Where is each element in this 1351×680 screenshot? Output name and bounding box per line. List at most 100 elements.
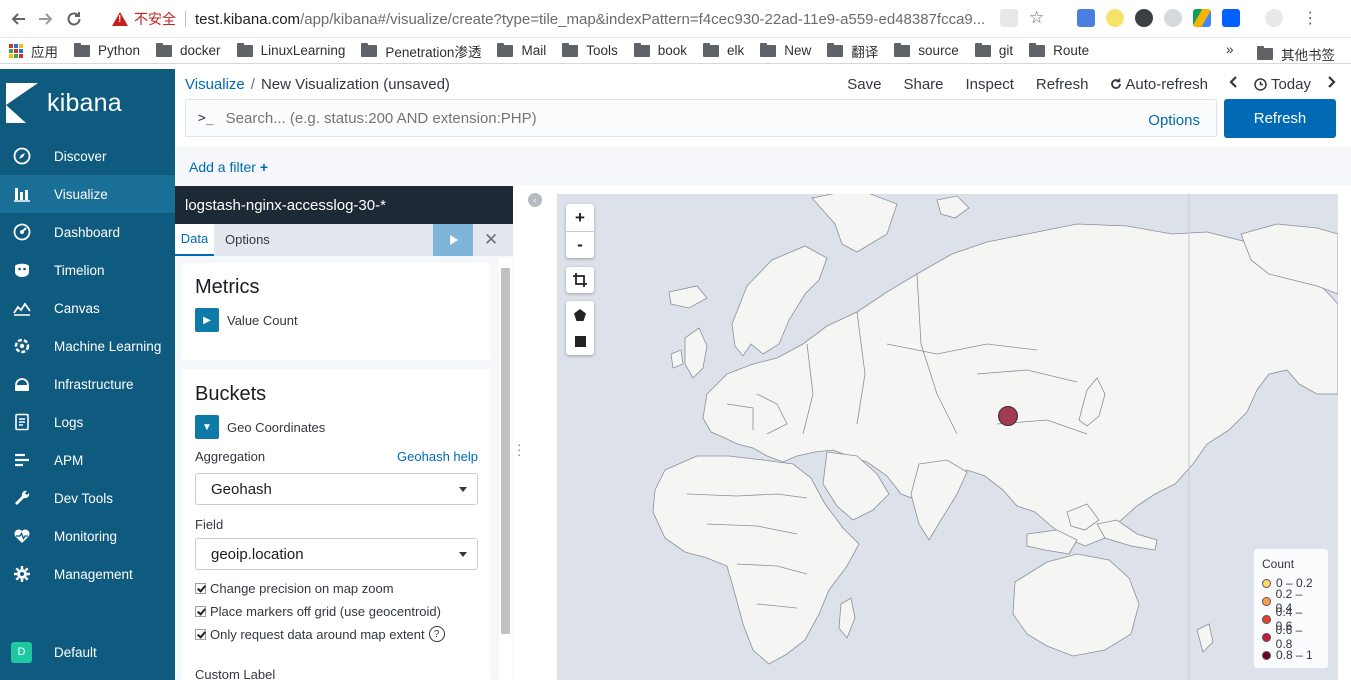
bookmark-folder[interactable]: source (894, 41, 959, 61)
bookmark-folder[interactable]: git (974, 41, 1014, 61)
forward-arrow-icon[interactable] (32, 5, 60, 33)
bookmark-folder[interactable]: Route (1029, 41, 1089, 61)
zoom-in-button[interactable]: + (566, 204, 594, 231)
map-extent-checkbox-row[interactable]: Only request data around map extent ? (195, 626, 445, 642)
menu-kebab-icon[interactable]: ⋮ (1302, 8, 1318, 28)
kibana-logo[interactable]: kibana (0, 69, 175, 137)
tab-data[interactable]: Data (175, 224, 214, 256)
folder-icon (497, 42, 514, 57)
custom-label-label: Custom Label (195, 667, 276, 680)
drive-ext-icon[interactable] (1193, 9, 1212, 27)
sidebar-nav: Discover Visualize Dashboard Timelion Canvas… (0, 137, 175, 593)
bookmarks-overflow[interactable]: » (1226, 42, 1234, 57)
collapse-chevron-icon[interactable]: ▼ (195, 415, 219, 439)
refresh-button[interactable]: Refresh (1224, 99, 1336, 138)
geocentroid-checkbox-row[interactable]: Place markers off grid (use geocentroid) (195, 604, 441, 619)
breadcrumb-visualize[interactable]: Visualize (185, 76, 245, 93)
legend-swatch (1262, 632, 1271, 642)
bookmark-folder[interactable]: elk (703, 41, 744, 61)
bookmark-folder[interactable]: Penetration渗透 (361, 41, 481, 61)
bookmark-folder[interactable]: Tools (562, 41, 618, 61)
star-icon[interactable]: ☆ (1029, 8, 1044, 28)
time-picker[interactable]: Today (1254, 76, 1311, 93)
folder-icon (760, 42, 777, 57)
sidebar-item-dev-tools[interactable]: Dev Tools (0, 479, 175, 517)
sidebar-item-apm[interactable]: APM (0, 441, 175, 479)
map-marker[interactable] (998, 406, 1018, 426)
reload-icon[interactable] (60, 5, 88, 33)
sun-ext-icon[interactable] (1106, 9, 1125, 27)
apply-changes-button[interactable] (433, 224, 473, 256)
bookmark-folder[interactable]: New (760, 41, 811, 61)
profile-avatar-icon[interactable] (1265, 9, 1284, 27)
sidebar-item-dashboard[interactable]: Dashboard (0, 213, 175, 251)
sidebar-item-visualize[interactable]: Visualize (0, 175, 175, 213)
map-extent-checkbox[interactable] (195, 628, 206, 640)
bookmark-folder[interactable]: docker (156, 41, 221, 61)
field-select[interactable]: geoip.location (195, 538, 478, 570)
precision-checkbox-row[interactable]: Change precision on map zoom (195, 581, 394, 596)
bookmark-folder[interactable]: Mail (497, 41, 546, 61)
search-input[interactable] (225, 109, 1076, 127)
sidebar-item-timelion[interactable]: Timelion (0, 251, 175, 289)
new-ext-icon[interactable] (1135, 9, 1154, 27)
draw-polygon-button[interactable] (566, 301, 594, 328)
translate-icon[interactable] (1000, 9, 1018, 27)
space-selector[interactable]: D Default (0, 632, 97, 672)
back-arrow-icon[interactable] (4, 5, 32, 33)
sidebar-item-machine-learning[interactable]: Machine Learning (0, 327, 175, 365)
close-icon[interactable]: ✕ (484, 230, 498, 250)
bookmark-folder[interactable]: LinuxLearning (236, 41, 345, 61)
bookmark-label: git (998, 43, 1014, 58)
dropbox-ext-icon[interactable] (1222, 9, 1241, 27)
sidebar-item-discover[interactable]: Discover (0, 137, 175, 175)
url-text[interactable]: test.kibana.com/app/kibana#/visualize/cr… (195, 11, 985, 28)
sidebar-item-logs[interactable]: Logs (0, 403, 175, 441)
bookmark-apps[interactable]: 应用 (9, 41, 58, 61)
menu-save[interactable]: Save (847, 76, 881, 93)
cloud-ext-icon[interactable] (1164, 9, 1183, 27)
menu-share[interactable]: Share (903, 76, 943, 93)
ml-icon (13, 337, 31, 355)
map-extent-checkbox-label: Only request data around map extent (210, 626, 425, 642)
menu-inspect[interactable]: Inspect (966, 76, 1014, 93)
sidebar-item-monitoring[interactable]: Monitoring (0, 517, 175, 555)
question-help-icon[interactable]: ? (428, 626, 445, 642)
collapse-panel-icon[interactable]: ‹ (528, 193, 542, 207)
sidebar-item-infrastructure[interactable]: Infrastructure (0, 365, 175, 403)
chevron-right-icon[interactable] (1327, 75, 1337, 93)
folder-icon (1257, 46, 1273, 60)
query-prompt-icon: >_ (198, 110, 214, 126)
draw-rectangle-button[interactable] (566, 328, 594, 355)
folder-icon (562, 42, 579, 57)
resize-handle[interactable]: · · · (517, 438, 521, 461)
precision-checkbox[interactable] (195, 583, 206, 594)
fit-bounds-button[interactable] (566, 267, 594, 293)
bookmark-folder[interactable]: book (633, 41, 687, 61)
sidebar-item-label: Logs (54, 414, 84, 430)
scrollbar-thumb[interactable] (501, 268, 510, 634)
chevron-left-icon[interactable] (1228, 75, 1238, 93)
bookmark-other[interactable]: 其他书签 (1257, 44, 1335, 64)
add-filter-link[interactable]: Add a filter + (189, 159, 268, 175)
google-translate-ext-icon[interactable] (1077, 9, 1096, 27)
bookmark-label: Tools (586, 43, 618, 58)
sidebar-item-management[interactable]: Management (0, 555, 175, 593)
auto-refresh-button[interactable]: Auto-refresh (1110, 76, 1208, 93)
menu-refresh[interactable]: Refresh (1036, 76, 1089, 93)
expand-chevron-icon[interactable]: ▶ (195, 308, 219, 332)
editor-tabbar: Data Options ✕ (175, 224, 513, 256)
tile-map[interactable] (557, 194, 1338, 680)
geohash-help-link[interactable]: Geohash help (397, 449, 478, 464)
panel-scrollbar[interactable] (499, 258, 512, 680)
address-bar[interactable]: 不安全 test.kibana.com/app/kibana#/visualiz… (100, 5, 1062, 33)
sidebar-item-label: Canvas (54, 300, 100, 316)
options-link[interactable]: Options (1148, 112, 1200, 129)
zoom-out-button[interactable]: - (566, 231, 594, 258)
sidebar-item-canvas[interactable]: Canvas (0, 289, 175, 327)
aggregation-select[interactable]: Geohash (195, 473, 478, 505)
tab-options[interactable]: Options (225, 224, 270, 256)
geocentroid-checkbox[interactable] (195, 606, 206, 617)
bookmark-folder[interactable]: Python (74, 41, 140, 61)
bookmark-folder[interactable]: 翻译 (827, 41, 878, 61)
